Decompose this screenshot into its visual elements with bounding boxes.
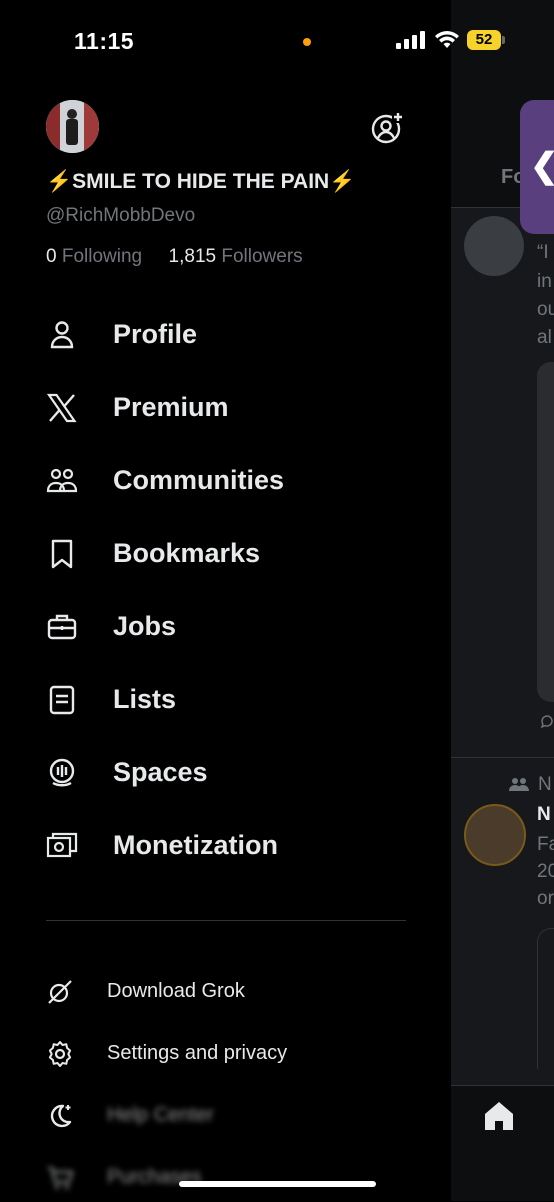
status-bar: 11:15 52 [0,0,554,80]
post-text-line: 20 [537,861,554,882]
post-card[interactable] [537,928,554,1069]
profile-name[interactable]: ⚡️SMILE TO HIDE THE PAIN⚡️ [46,170,355,194]
home-indicator[interactable] [179,1181,376,1187]
avatar[interactable] [46,100,99,153]
menu-item-settings[interactable]: Settings and privacy [0,1030,451,1078]
menu-item-label: Download Grok [107,980,245,1002]
moon-icon[interactable] [46,1102,74,1130]
privacy-indicator [303,38,311,46]
divider [451,757,554,758]
post-text-line: Fa [537,834,554,855]
menu-item-profile[interactable]: Profile [0,305,451,365]
menu-item-lists[interactable]: Lists [0,670,451,730]
menu-item-premium[interactable]: Premium [0,378,451,438]
cart-icon [48,1166,74,1189]
menu-item-label: Settings and privacy [107,1042,288,1064]
post-media[interactable] [537,362,554,702]
side-drawer: ⚡️SMILE TO HIDE THE PAIN⚡️ @RichMobbDevo… [0,0,451,1200]
menu-item-label: Profile [113,319,198,349]
clock: 11:15 [74,28,135,54]
followers-label: Followers [221,246,303,267]
post-text-line: “I [537,242,549,263]
following-link[interactable]: 0 Following [46,246,142,267]
menu-item-label: Help Center [107,1104,214,1126]
menu-item-label: Lists [113,684,177,714]
grok-icon [48,980,72,1004]
community-icon [509,778,529,791]
menu-item-label: Premium [113,392,229,422]
add-account-icon[interactable] [370,111,404,145]
post-avatar[interactable] [464,804,526,866]
menu-item-help-center[interactable]: Help Center [0,1092,451,1140]
battery-icon: 52 [467,30,505,50]
menu-item-jobs[interactable]: Jobs [0,597,451,657]
bookmark-icon [51,539,73,569]
reply-icon[interactable] [539,713,554,729]
battery-level: 52 [467,30,501,50]
communities-icon [46,468,78,493]
menu-item-label: Spaces [113,757,208,787]
list-icon [49,685,75,715]
post-avatar[interactable] [464,216,524,276]
post-author: N [537,804,551,825]
profile-handle: @RichMobbDevo [46,205,196,226]
chevron-left-icon: ❮ [530,146,554,186]
following-count: 0 [46,246,57,267]
post-text-line: ou [537,299,554,320]
briefcase-icon [47,614,77,640]
money-icon [46,832,78,858]
followers-link[interactable]: 1,815 Followers [169,246,303,267]
menu-divider [46,920,406,921]
menu-item-communities[interactable]: Communities [0,451,451,511]
follow-stats: 0 Following 1,815 Followers [46,246,303,268]
post-text-line: in [537,271,552,292]
menu-item-purchases[interactable]: Purchases [0,1154,451,1202]
menu-item-label: Monetization [113,830,278,860]
menu-item-label: Jobs [113,611,177,641]
menu-item-monetization[interactable]: Monetization [0,816,451,876]
menu-item-label: Bookmarks [113,538,261,568]
wifi-icon [435,31,459,48]
signal-icon [396,31,425,49]
post-meta: N [538,774,552,795]
drawer-handle[interactable]: ❮ [520,100,554,234]
avatar-image [46,100,99,153]
spaces-icon [49,758,75,787]
menu-item-label: Communities [113,465,285,495]
home-icon[interactable] [482,1100,516,1132]
following-label: Following [61,246,143,267]
post-text-line: or [537,888,554,909]
menu-item-bookmarks[interactable]: Bookmarks [0,524,451,584]
gear-icon [48,1041,72,1067]
x-logo-icon [46,393,77,423]
person-icon [50,321,74,349]
menu-item-download-grok[interactable]: Download Grok [0,968,451,1016]
post-text-line: al [537,327,552,348]
menu-item-spaces[interactable]: Spaces [0,743,451,803]
followers-count: 1,815 [168,246,217,267]
